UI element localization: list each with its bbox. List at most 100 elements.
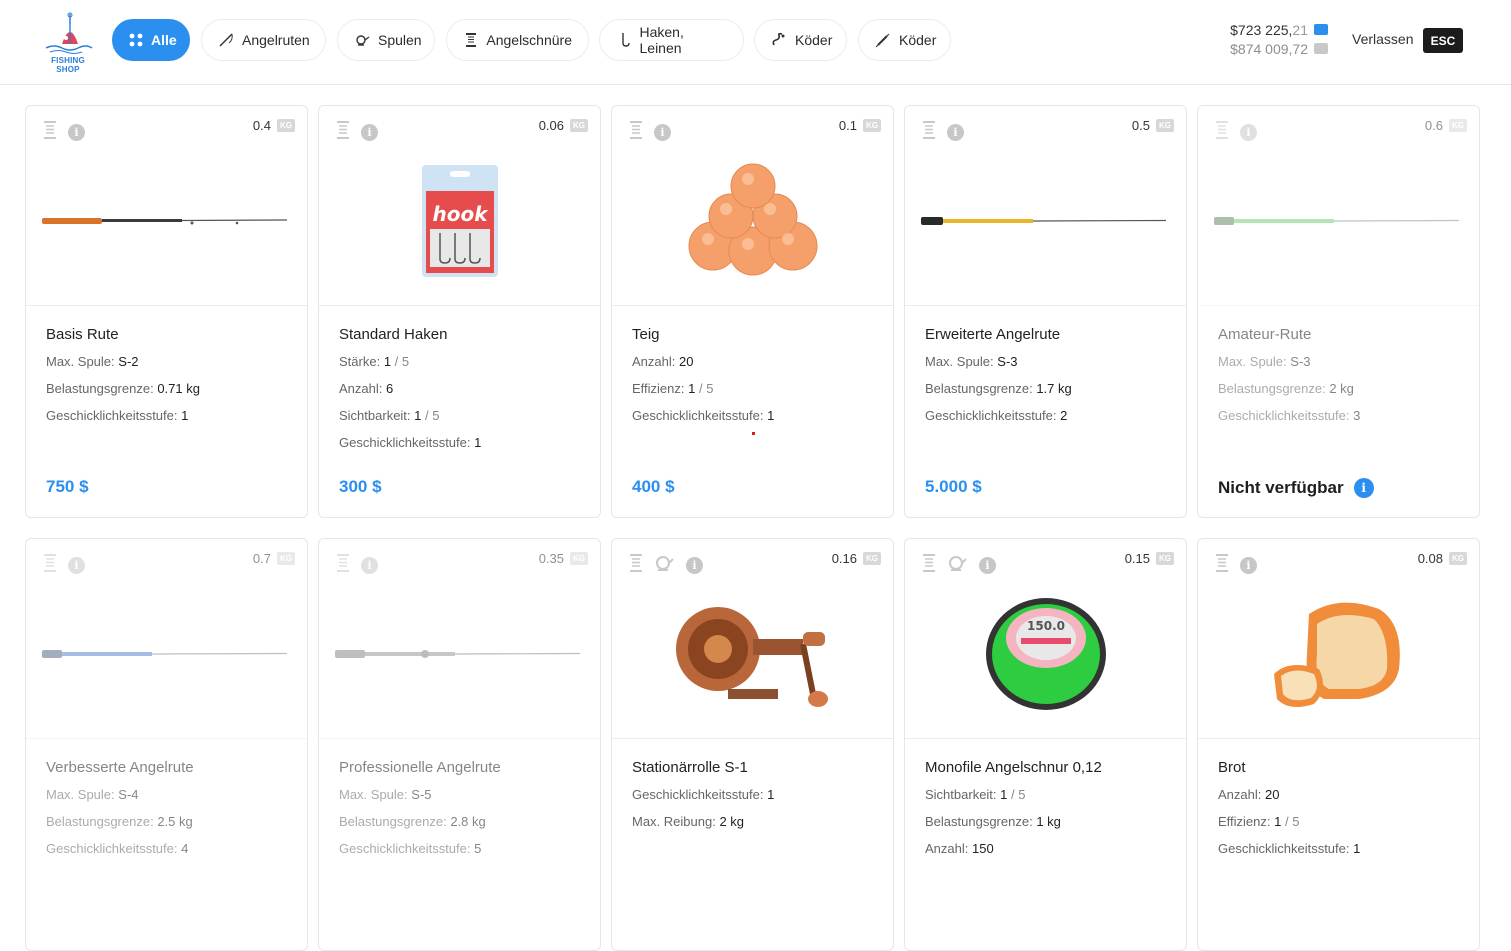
product-stat: Effizienz: 1 / 5 xyxy=(632,381,714,396)
product-name: Professionelle Angelrute xyxy=(339,759,501,776)
product-stat: Max. Spule: S-3 xyxy=(925,354,1018,369)
product-card[interactable]: i 0.08 KG Brot Anzahl: 20 Effizienz: 1 / 5 Ges… xyxy=(1197,538,1480,951)
product-stat: Geschicklichkeitsstufe: 1 xyxy=(632,408,775,423)
product-weight: 0.15 KG xyxy=(1125,551,1174,566)
product-image xyxy=(319,569,600,739)
product-image-area: i 0.6 KG xyxy=(1198,106,1479,306)
product-stat: Stärke: 1 / 5 xyxy=(339,354,410,369)
product-name: Teig xyxy=(632,326,660,343)
unavailable-label: Nicht verfügbar i xyxy=(1218,478,1374,498)
product-stat: Geschicklichkeitsstufe: 1 xyxy=(1218,841,1361,856)
product-weight: 0.1 KG xyxy=(839,118,881,133)
product-stat: Geschicklichkeitsstufe: 3 xyxy=(1218,408,1361,423)
tab-lines[interactable]: Angelschnüre xyxy=(446,19,589,61)
tab-label: Angelschnüre xyxy=(486,32,572,48)
top-bar: FISHING SHOP Alle Angelruten Spulen Ange… xyxy=(0,0,1511,85)
info-icon[interactable]: i xyxy=(1353,478,1374,498)
fishing-shop-logo[interactable]: FISHING SHOP xyxy=(40,12,96,74)
product-details: Standard Haken Stärke: 1 / 5 Anzahl: 6 Sich… xyxy=(339,326,584,461)
tab-label: Haken, Leinen xyxy=(639,24,684,56)
product-stat: Anzahl: 20 xyxy=(1218,787,1280,802)
kg-badge: KG xyxy=(1449,552,1467,565)
wallet-icon xyxy=(1314,24,1328,35)
product-stat: Belastungsgrenze: 2.8 kg xyxy=(339,814,486,829)
product-stat: Belastungsgrenze: 1.7 kg xyxy=(925,381,1072,396)
product-stat: Sichtbarkeit: 1 / 5 xyxy=(925,787,1026,802)
tab-reels[interactable]: Spulen xyxy=(337,19,435,61)
product-card[interactable]: i 0.6 KG Amateur-Rute Max. Spule: S-3 Belastu… xyxy=(1197,105,1480,518)
product-image xyxy=(1198,136,1479,306)
tab-rods[interactable]: Angelruten xyxy=(201,19,326,61)
kg-badge: KG xyxy=(863,119,881,132)
product-stat: Geschicklichkeitsstufe: 1 xyxy=(632,787,775,802)
product-details: Amateur-Rute Max. Spule: S-3 Belastungsgre… xyxy=(1218,326,1463,434)
product-weight: 0.7 KG xyxy=(253,551,295,566)
tab-lures[interactable]: Köder xyxy=(858,19,951,61)
kg-badge: KG xyxy=(1449,119,1467,132)
product-card[interactable]: i 0.7 KG Verbesserte Angelrute Max. Spule: S… xyxy=(25,538,308,951)
product-stat: Geschicklichkeitsstufe: 4 xyxy=(46,841,189,856)
product-name: Erweiterte Angelrute xyxy=(925,326,1061,343)
tab-label: Köder xyxy=(795,32,833,48)
product-weight: 0.06 KG xyxy=(539,118,588,133)
product-details: Brot Anzahl: 20 Effizienz: 1 / 5 Geschickli… xyxy=(1218,759,1463,867)
product-stat: Anzahl: 20 xyxy=(632,354,694,369)
product-card[interactable]: i 0.16 KG Stationärrolle S-1 Geschicklichkei… xyxy=(611,538,894,951)
product-price[interactable]: 5.000 $ xyxy=(925,477,982,497)
svg-text:hook: hook xyxy=(432,202,489,226)
product-card[interactable]: i 0.1 KG Teig Anzahl: 20 Effizienz: 1 / 5 Gesc… xyxy=(611,105,894,518)
product-card[interactable]: i 0.5 KG Erweiterte Angelrute Max. Spule: S-… xyxy=(904,105,1187,518)
product-price[interactable]: 300 $ xyxy=(339,477,382,497)
product-stat: Belastungsgrenze: 2 kg xyxy=(1218,381,1354,396)
product-stat: Max. Spule: S-4 xyxy=(46,787,139,802)
exit-label[interactable]: Verlassen xyxy=(1352,31,1413,47)
product-card[interactable]: i 0.15 KG 150.0 Monofile Angelschnur 0,12 Sic… xyxy=(904,538,1187,951)
product-weight: 0.4 KG xyxy=(253,118,295,133)
product-stat: Effizienz: 1 / 5 xyxy=(1218,814,1300,829)
product-weight: 0.6 KG xyxy=(1425,118,1467,133)
product-details: Monofile Angelschnur 0,12 Sichtbarkeit: 1… xyxy=(925,759,1170,867)
product-stat: Max. Reibung: 2 kg xyxy=(632,814,745,829)
product-image xyxy=(905,136,1186,306)
tab-label: Angelruten xyxy=(242,32,310,48)
product-card[interactable]: i 0.35 KG Professionelle Angelrute Max. Spul… xyxy=(318,538,601,951)
reel-icon xyxy=(354,32,370,48)
product-stat: Anzahl: 6 xyxy=(339,381,394,396)
product-image-area: i 0.1 KG xyxy=(612,106,893,306)
kg-badge: KG xyxy=(570,552,588,565)
kg-badge: KG xyxy=(1156,119,1174,132)
tab-all[interactable]: Alle xyxy=(112,19,190,61)
product-details: Teig Anzahl: 20 Effizienz: 1 / 5 Geschickli… xyxy=(632,326,877,434)
product-weight: 0.08 KG xyxy=(1418,551,1467,566)
rod-icon xyxy=(218,32,234,48)
product-image: hook xyxy=(319,136,600,306)
tab-label: Köder xyxy=(899,32,937,48)
product-stat: Sichtbarkeit: 1 / 5 xyxy=(339,408,440,423)
product-stat: Belastungsgrenze: 1 kg xyxy=(925,814,1061,829)
product-price[interactable]: 750 $ xyxy=(46,477,89,497)
bank-balance: $874 009,72 xyxy=(1212,39,1328,58)
product-image xyxy=(26,569,307,739)
product-stat: Belastungsgrenze: 2.5 kg xyxy=(46,814,193,829)
product-image-area: i 0.15 KG 150.0 xyxy=(905,539,1186,739)
tab-hooks[interactable]: Haken, Leinen xyxy=(599,19,744,61)
line-spool-icon xyxy=(463,32,478,48)
product-card[interactable]: i 0.4 KG Basis Rute Max. Spule: S-2 Belastung… xyxy=(25,105,308,518)
product-details: Verbesserte Angelrute Max. Spule: S-4 Bela… xyxy=(46,759,291,867)
grid-icon xyxy=(129,32,143,48)
product-name: Brot xyxy=(1218,759,1246,776)
esc-key-button[interactable]: ESC xyxy=(1423,28,1463,53)
product-details: Stationärrolle S-1 Geschicklichkeitsstufe… xyxy=(632,759,877,840)
product-stat: Geschicklichkeitsstufe: 1 xyxy=(339,435,482,450)
product-image-area: i 0.7 KG xyxy=(26,539,307,739)
kg-badge: KG xyxy=(863,552,881,565)
product-price[interactable]: 400 $ xyxy=(632,477,675,497)
tab-label: Alle xyxy=(151,32,177,48)
product-weight: 0.16 KG xyxy=(832,551,881,566)
product-card[interactable]: i 0.06 KG hook Standard Haken Stärke: 1 / 5 An… xyxy=(318,105,601,518)
product-image xyxy=(612,136,893,306)
product-stat: Geschicklichkeitsstufe: 2 xyxy=(925,408,1068,423)
tab-bait[interactable]: Köder xyxy=(754,19,847,61)
product-stat: Geschicklichkeitsstufe: 1 xyxy=(46,408,189,423)
cash-balance: $723 225,21 xyxy=(1212,20,1328,39)
